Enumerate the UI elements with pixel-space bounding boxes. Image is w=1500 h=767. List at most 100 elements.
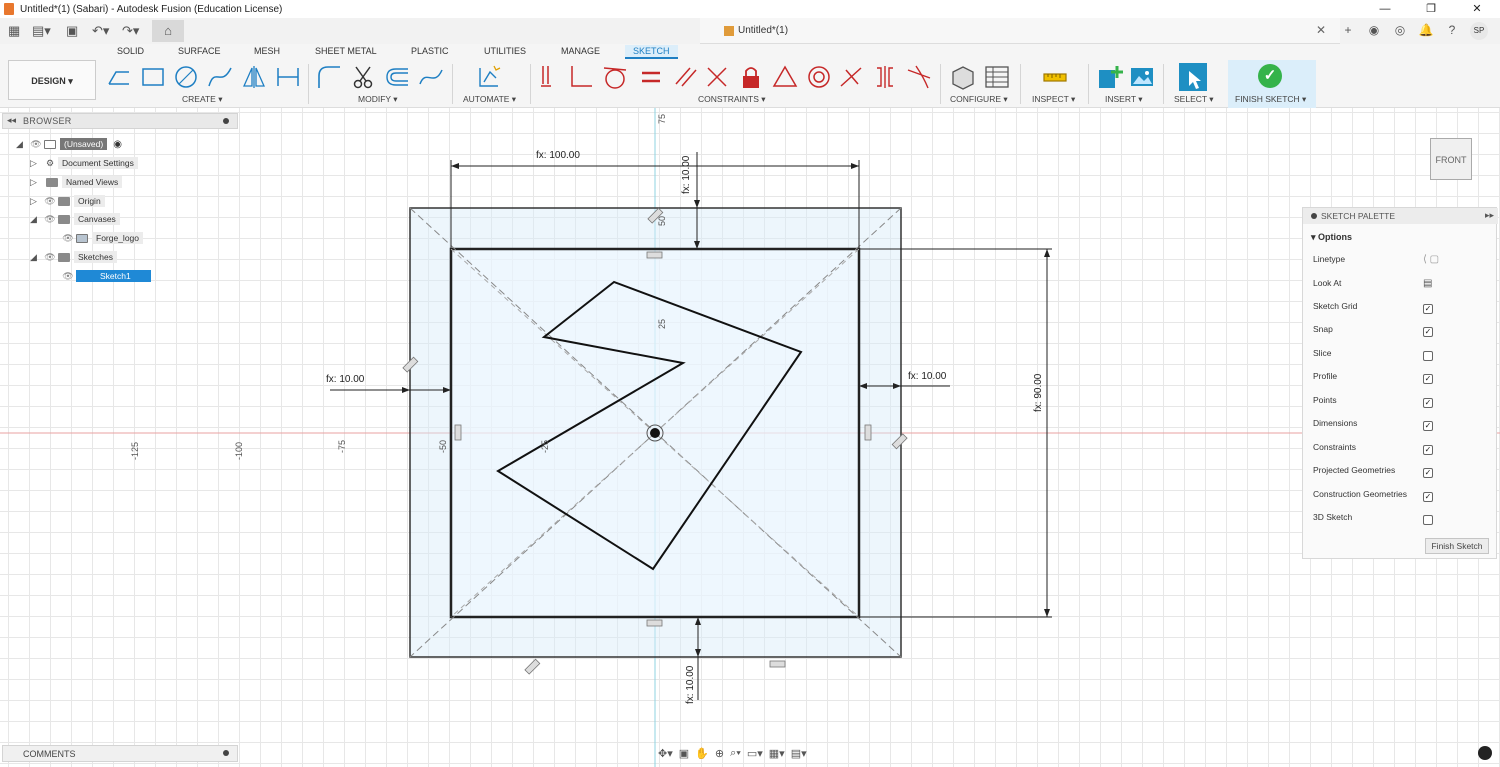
insert-canvas-icon[interactable] [1129,64,1155,90]
visibility-eye-icon[interactable]: 👁 [60,233,76,244]
select-tool-icon[interactable] [1178,62,1208,92]
mirror-tool-icon[interactable] [241,64,267,90]
collapse-arrow-icon[interactable]: ◢ [30,252,42,263]
dimensions-checkbox[interactable]: ✓ [1423,421,1433,431]
tab-surface[interactable]: SURFACE [170,45,229,57]
triangle-constraint-icon[interactable] [772,64,798,90]
viewcube[interactable]: FRONT [1430,138,1472,180]
tree-item-forge-logo[interactable]: 👁 Forge_logo [60,230,144,246]
grid-settings-icon[interactable]: ▦▾ [769,747,785,760]
maximize-button[interactable]: ❐ [1408,0,1454,18]
line-tool-icon[interactable] [106,64,132,90]
curvature-constraint-icon[interactable] [906,64,932,90]
undo-icon[interactable]: ↶▾ [92,22,109,40]
tab-mesh[interactable]: MESH [246,45,288,57]
circle-tool-icon[interactable] [173,64,199,90]
constraints-menu[interactable]: CONSTRAINTS ▾ [698,94,766,105]
tab-manage[interactable]: MANAGE [553,45,608,57]
tangent-constraint-icon[interactable] [602,64,628,90]
tree-item-root[interactable]: ◢ 👁 (Unsaved) ◉ [16,136,122,152]
tree-item-canvases[interactable]: ◢ 👁 Canvases [30,211,120,227]
finish-sketch-button[interactable]: ✓ FINISH SKETCH ▾ [1228,60,1316,108]
document-tab[interactable]: Untitled*(1) ✕ [700,18,1340,44]
snap-checkbox[interactable]: ✓ [1423,327,1433,337]
spline-tool-icon[interactable] [207,64,233,90]
midpoint-constraint-icon[interactable] [838,64,864,90]
activate-radio-icon[interactable]: ◉ [113,139,122,150]
concentric-constraint-icon[interactable] [806,64,832,90]
construction-linetype-icon[interactable]: ⟨ ▢ [1423,254,1439,265]
profile-checkbox[interactable]: ✓ [1423,374,1433,384]
dimension-height-label[interactable]: fx: 90.00 [1033,374,1044,412]
trim-tool-icon[interactable] [350,64,376,90]
create-menu[interactable]: CREATE ▾ [182,94,222,105]
fix-constraint-icon[interactable] [738,64,764,90]
collinear-constraint-icon[interactable] [704,64,730,90]
palette-pin-icon[interactable] [1311,213,1317,219]
display-settings-icon[interactable]: ▭▾ [747,747,763,760]
3d-sketch-checkbox[interactable] [1423,515,1433,525]
visibility-eye-icon[interactable]: 👁 [60,271,76,282]
orbit-icon[interactable]: ✥▾ [658,747,673,760]
configure-menu[interactable]: CONFIGURE ▾ [950,94,1008,105]
slice-checkbox[interactable] [1423,351,1433,361]
dimension-left-offset-label[interactable]: fx: 10.00 [326,374,364,385]
close-tab-icon[interactable]: ✕ [1316,23,1326,37]
expand-arrow-icon[interactable]: ▷ [30,177,42,188]
collapse-arrow-icon[interactable]: ◢ [30,214,42,225]
symmetry-constraint-icon[interactable] [872,64,898,90]
projected-geometries-checkbox[interactable]: ✓ [1423,468,1433,478]
measure-icon[interactable] [1042,64,1068,90]
constraints-checkbox[interactable]: ✓ [1423,445,1433,455]
parallel-constraint-icon[interactable] [672,64,698,90]
visibility-eye-icon[interactable]: 👁 [42,196,58,207]
visibility-eye-icon[interactable]: 👁 [28,139,44,150]
tree-item-document-settings[interactable]: ▷ ⚙ Document Settings [30,155,138,171]
look-at-icon[interactable]: ▣ [679,747,689,760]
expand-arrow-icon[interactable]: ▷ [30,196,42,207]
configuration-table-icon[interactable] [984,64,1010,90]
rectangle-tool-icon[interactable] [140,64,166,90]
dimension-right-offset-label[interactable]: fx: 10.00 [908,371,946,382]
tree-item-sketches[interactable]: ◢ 👁 Sketches [30,249,117,265]
look-at-icon[interactable]: ▤ [1423,278,1432,289]
zoom-icon[interactable]: ⊕ [715,747,724,760]
options-section[interactable]: ▾ Options [1311,232,1352,243]
expand-icon[interactable]: ▸▸ [1485,210,1494,221]
tab-sheet-metal[interactable]: SHEET METAL [307,45,385,57]
job-status-icon[interactable]: ◎ [1392,22,1408,38]
dimension-bottom-offset-label[interactable]: fx: 10.00 [685,666,696,704]
insert-menu[interactable]: INSERT ▾ [1105,94,1143,105]
offset-tool-icon[interactable] [384,64,410,90]
configure-model-icon[interactable] [950,64,976,90]
modify-menu[interactable]: MODIFY ▾ [358,94,398,105]
notifications-icon[interactable]: 🔔 [1418,22,1434,38]
dimension-tool-icon[interactable] [275,64,301,90]
inspect-menu[interactable]: INSPECT ▾ [1032,94,1075,105]
dimension-top-offset-label[interactable]: fx: 10.00 [681,156,692,194]
construction-geometries-checkbox[interactable]: ✓ [1423,492,1433,502]
redo-icon[interactable]: ↷▾ [122,22,139,40]
perpendicular-constraint-icon[interactable] [568,64,594,90]
fillet-tool-icon[interactable] [316,64,342,90]
tree-item-origin[interactable]: ▷ 👁 Origin [30,193,105,209]
viewports-icon[interactable]: ▤▾ [791,747,807,760]
expand-arrow-icon[interactable]: ▷ [30,158,42,169]
select-menu[interactable]: SELECT ▾ [1174,94,1214,105]
tree-item-sketch1[interactable]: 👁 Sketch1 [60,268,151,284]
points-checkbox[interactable]: ✓ [1423,398,1433,408]
avatar[interactable]: SP [1470,22,1488,40]
automate-menu[interactable]: AUTOMATE ▾ [463,94,516,105]
coincident-constraint-icon[interactable] [537,64,563,90]
insert-derive-icon[interactable] [1097,64,1123,90]
tab-sketch[interactable]: SKETCH [625,45,678,59]
pin-icon[interactable] [223,118,229,124]
pan-icon[interactable]: ✋ [695,747,709,760]
equal-constraint-icon[interactable] [638,64,664,90]
collapse-icon[interactable]: ◂◂ [7,115,16,126]
tree-item-named-views[interactable]: ▷ Named Views [30,174,123,190]
close-window-button[interactable]: ✕ [1454,0,1500,18]
comments-panel[interactable]: COMMENTS [2,745,238,762]
dimension-width-label[interactable]: fx: 100.00 [536,150,580,161]
tab-solid[interactable]: SOLID [109,45,152,57]
